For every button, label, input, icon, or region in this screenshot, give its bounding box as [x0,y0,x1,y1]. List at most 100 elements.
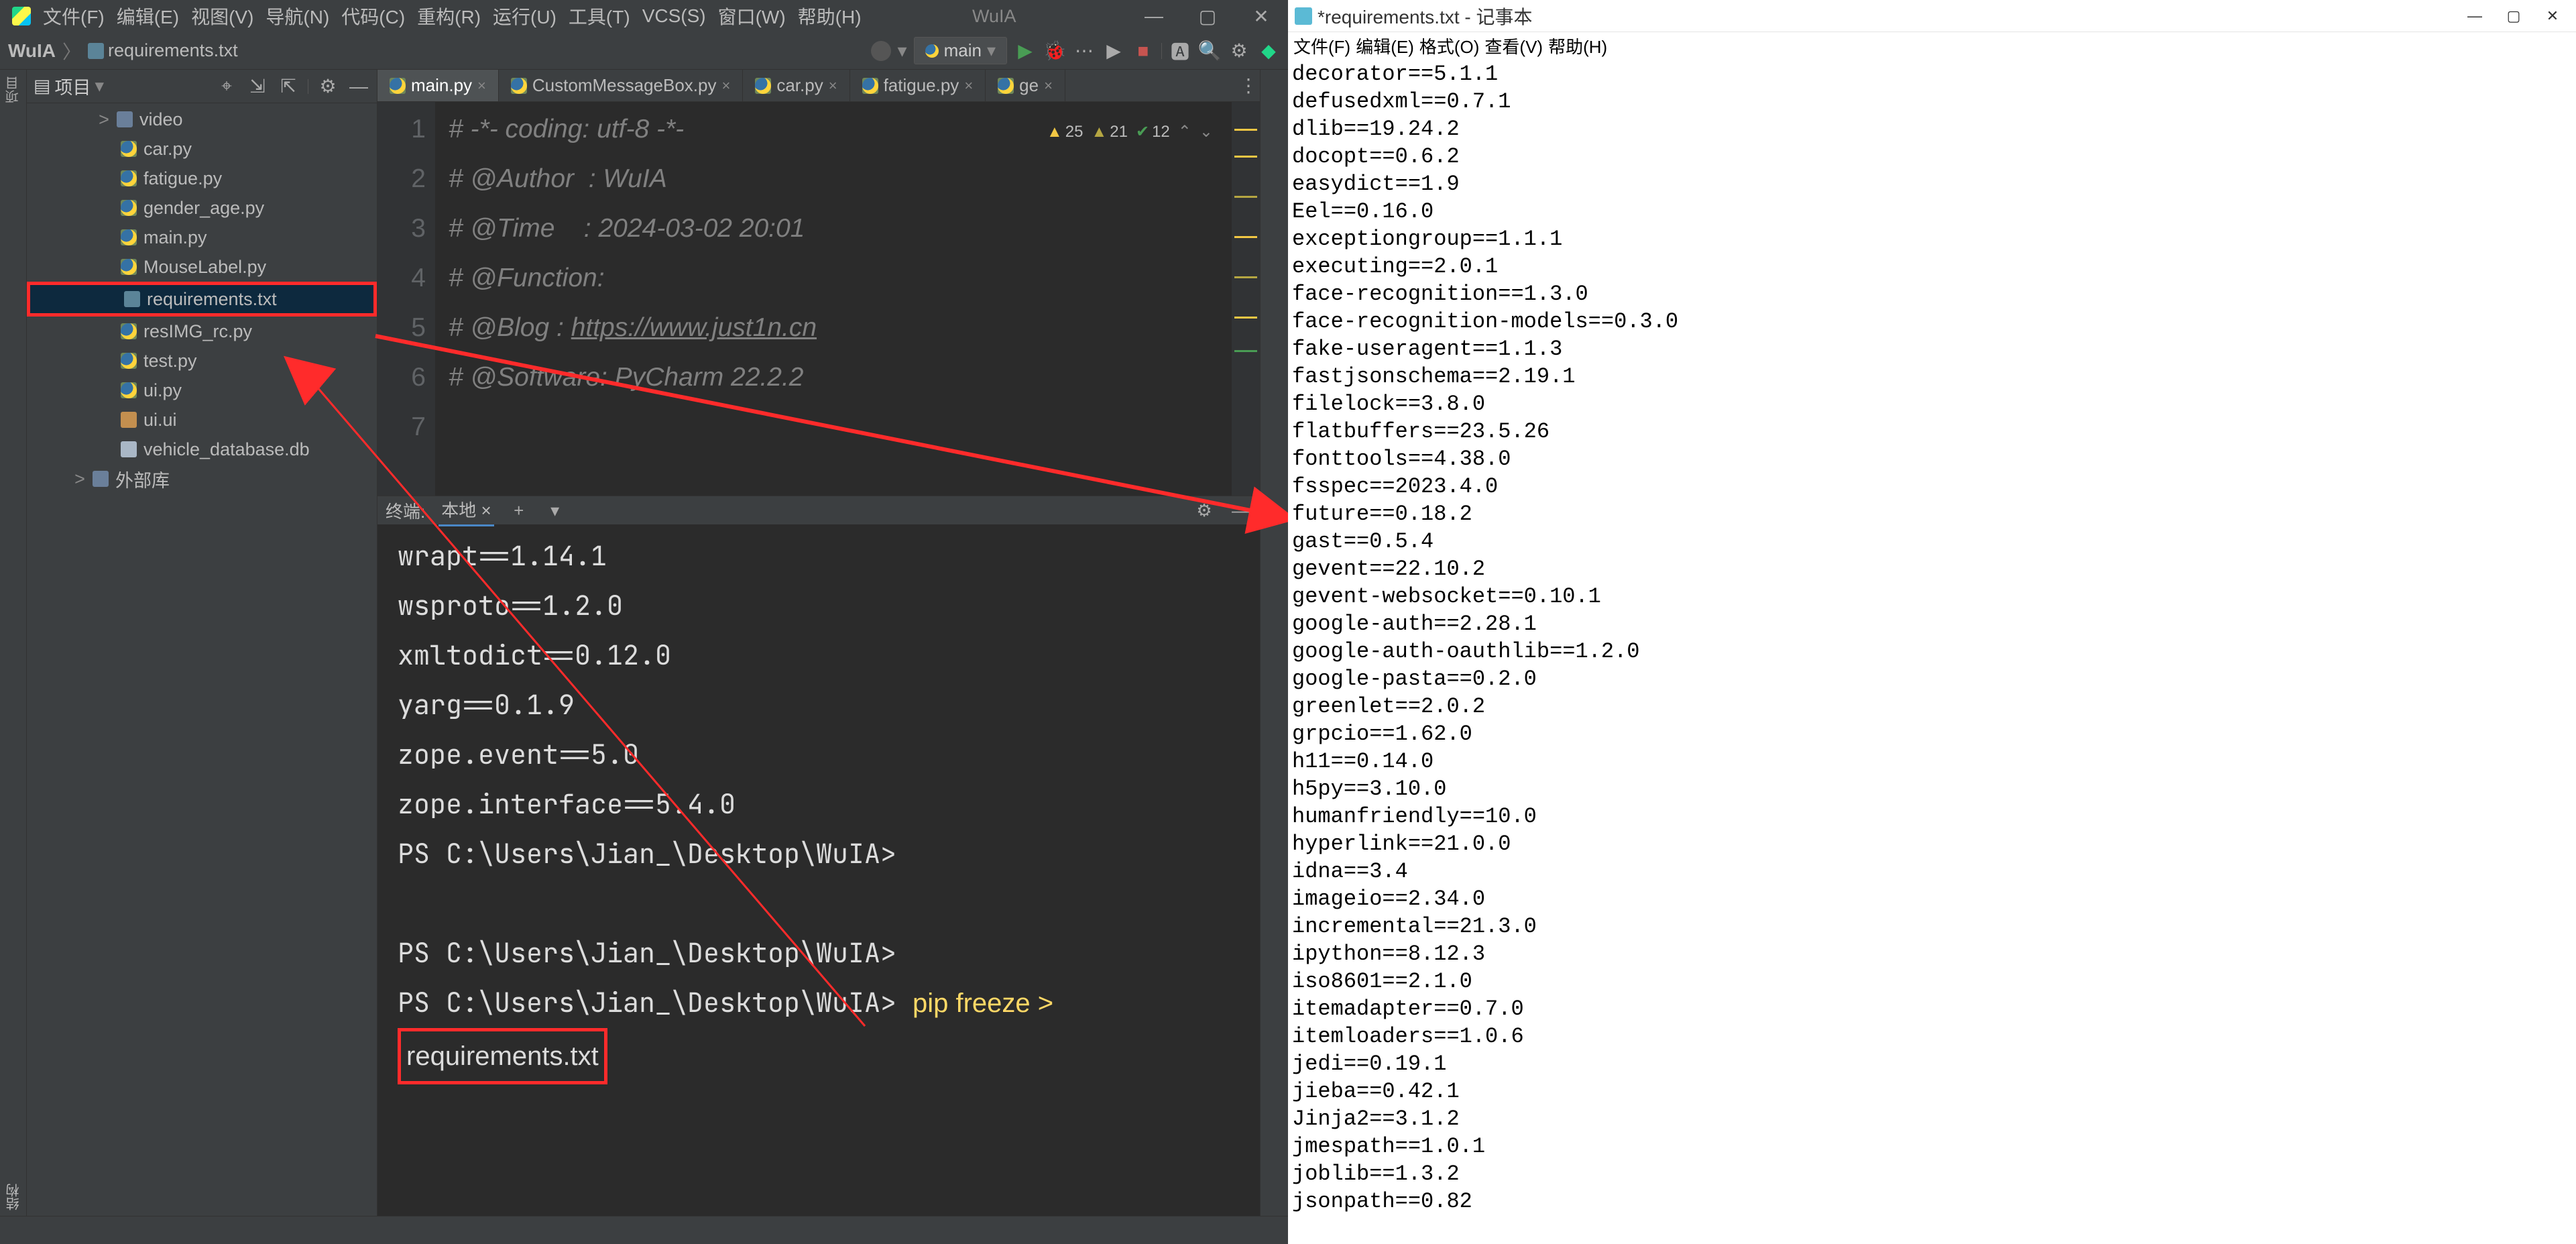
folder-icon: ▤ [34,76,51,97]
np-menu-help[interactable]: 帮助(H) [1548,34,1607,58]
tree-item[interactable]: ui.py [27,376,377,405]
tree-item-label: fatigue.py [143,168,222,189]
more-run-icon[interactable]: ⋯ [1073,40,1096,62]
maximize-button[interactable]: ▢ [1193,6,1222,26]
python-icon [390,78,406,94]
translate-icon[interactable]: 🅰 [1169,40,1191,62]
notepad-body[interactable]: decorator==5.1.1 defusedxml==0.7.1 dlib=… [1288,59,2576,1244]
tree-item[interactable]: >video [27,105,377,134]
menu-file[interactable]: 文件(F) [43,3,105,30]
run-button[interactable]: ▶ [1014,40,1037,62]
terminal-dropdown-icon[interactable]: ▾ [544,499,567,522]
breadcrumb-file[interactable]: requirements.txt [88,40,238,61]
tree-item[interactable]: car.py [27,134,377,164]
close-tab-icon[interactable]: × [829,77,837,95]
close-tab-icon[interactable]: × [721,77,730,95]
terminal-body[interactable]: wrapt==1.14.1wsproto==1.2.0xmltodict==0.… [377,524,1260,1216]
close-tab-icon[interactable]: × [477,77,486,95]
close-button[interactable]: ✕ [1246,6,1276,26]
user-avatar-icon[interactable] [871,41,891,61]
tree-item[interactable]: >外部库 [27,464,377,494]
python-icon [998,78,1014,94]
tree-item-label: car.py [143,139,192,160]
tree-item[interactable]: vehicle_database.db [27,435,377,464]
np-close-button[interactable]: ✕ [2536,6,2569,26]
menu-tools[interactable]: 工具(T) [569,3,630,30]
menu-navigate[interactable]: 导航(N) [266,3,329,30]
terminal-tab-local[interactable]: 本地 × [438,494,493,526]
ok-count: 12 [1152,107,1170,157]
tab-overflow-icon[interactable]: ⋮ [1237,74,1260,97]
terminal-settings-icon[interactable]: ⚙ [1193,499,1216,522]
np-menu-format[interactable]: 格式(O) [1419,34,1480,58]
ai-icon[interactable]: ◆ [1257,40,1280,62]
editor-tab[interactable]: CustomMessageBox.py× [499,70,743,101]
line-gutter: 1234567 [377,102,435,496]
python-icon [925,44,939,58]
breadcrumb-project[interactable]: WuIA [8,40,56,62]
window-title: WuIA [972,6,1016,27]
left-tool-strip: 项目 [0,70,27,1216]
tree-item[interactable]: gender_age.py [27,193,377,223]
collapse-icon[interactable]: ⇱ [277,75,300,98]
debug-button[interactable]: 🐞 [1043,40,1066,62]
db-icon [121,441,137,457]
right-tool-strip [1260,70,1288,1216]
stop-button[interactable]: ■ [1132,40,1155,62]
bottom-status-bar: 结构 [0,1216,1288,1244]
expand-icon[interactable]: ⇲ [246,75,269,98]
ui-icon [121,412,137,428]
tree-item[interactable]: fatigue.py [27,164,377,193]
project-tree[interactable]: >video car.py fatigue.py gender_age.pymain.… [27,103,377,1216]
menu-code[interactable]: 代码(C) [341,3,405,30]
np-menu-view[interactable]: 查看(V) [1484,34,1543,58]
lib-icon [93,471,109,487]
locate-icon[interactable]: ⌖ [215,75,238,98]
editor-tab[interactable]: ge× [986,70,1065,101]
pycharm-window: 文件(F) 编辑(E) 视图(V) 导航(N) 代码(C) 重构(R) 运行(U… [0,0,1288,1244]
editor-tab[interactable]: main.py× [377,70,499,101]
error-icon [1047,107,1063,157]
tree-item[interactable]: MouseLabel.py [27,252,377,282]
menu-edit[interactable]: 编辑(E) [117,3,179,30]
editor-tab[interactable]: car.py× [743,70,850,101]
editor-tab[interactable]: fatigue.py× [850,70,986,101]
project-panel-header: ▤项目 ▾ ⌖ ⇲ ⇱ ⚙ — [27,70,377,103]
search-icon[interactable]: 🔍 [1198,40,1221,62]
tree-item[interactable]: test.py [27,346,377,376]
project-tool-tab[interactable]: 项目 [2,72,24,107]
structure-tool-tab[interactable]: 结构 [4,1184,23,1210]
coverage-icon[interactable]: ▶ [1102,40,1125,62]
run-config-select[interactable]: main ▾ [914,37,1007,64]
inspection-widget[interactable]: 25 21 12 ⌃⌄ [1047,107,1213,157]
np-minimize-button[interactable]: — [2458,6,2492,26]
minimize-button[interactable]: — [1139,6,1169,26]
menu-help[interactable]: 帮助(H) [798,3,862,30]
error-count: 25 [1065,107,1084,157]
tree-item[interactable]: requirements.txt [27,282,377,317]
code-editor[interactable]: 1234567 # -*- coding: utf-8 -*-# @Author… [377,102,1260,496]
editor-scrollbar[interactable] [1232,102,1260,496]
py-icon [121,353,137,369]
np-menu-file[interactable]: 文件(F) [1293,34,1350,58]
menu-vcs[interactable]: VCS(S) [642,5,706,27]
np-maximize-button[interactable]: ▢ [2497,6,2530,26]
terminal-hide-icon[interactable]: — [1229,499,1252,522]
tree-item[interactable]: main.py [27,223,377,252]
settings-icon[interactable]: ⚙ [1228,40,1250,62]
menu-view[interactable]: 视图(V) [191,3,253,30]
menu-run[interactable]: 运行(U) [493,3,557,30]
ok-icon [1136,107,1149,157]
tree-item[interactable]: ui.ui [27,405,377,435]
menu-window[interactable]: 窗口(W) [718,3,786,30]
py-icon [121,382,137,398]
close-tab-icon[interactable]: × [964,77,973,95]
py-icon [121,200,137,216]
np-menu-edit[interactable]: 编辑(E) [1356,34,1414,58]
new-terminal-icon[interactable]: + [508,499,530,522]
gear-icon[interactable]: ⚙ [316,75,339,98]
tree-item[interactable]: resIMG_rc.py [27,317,377,346]
hide-panel-icon[interactable]: — [347,75,370,98]
close-tab-icon[interactable]: × [1044,77,1053,95]
menu-refactor[interactable]: 重构(R) [417,3,481,30]
